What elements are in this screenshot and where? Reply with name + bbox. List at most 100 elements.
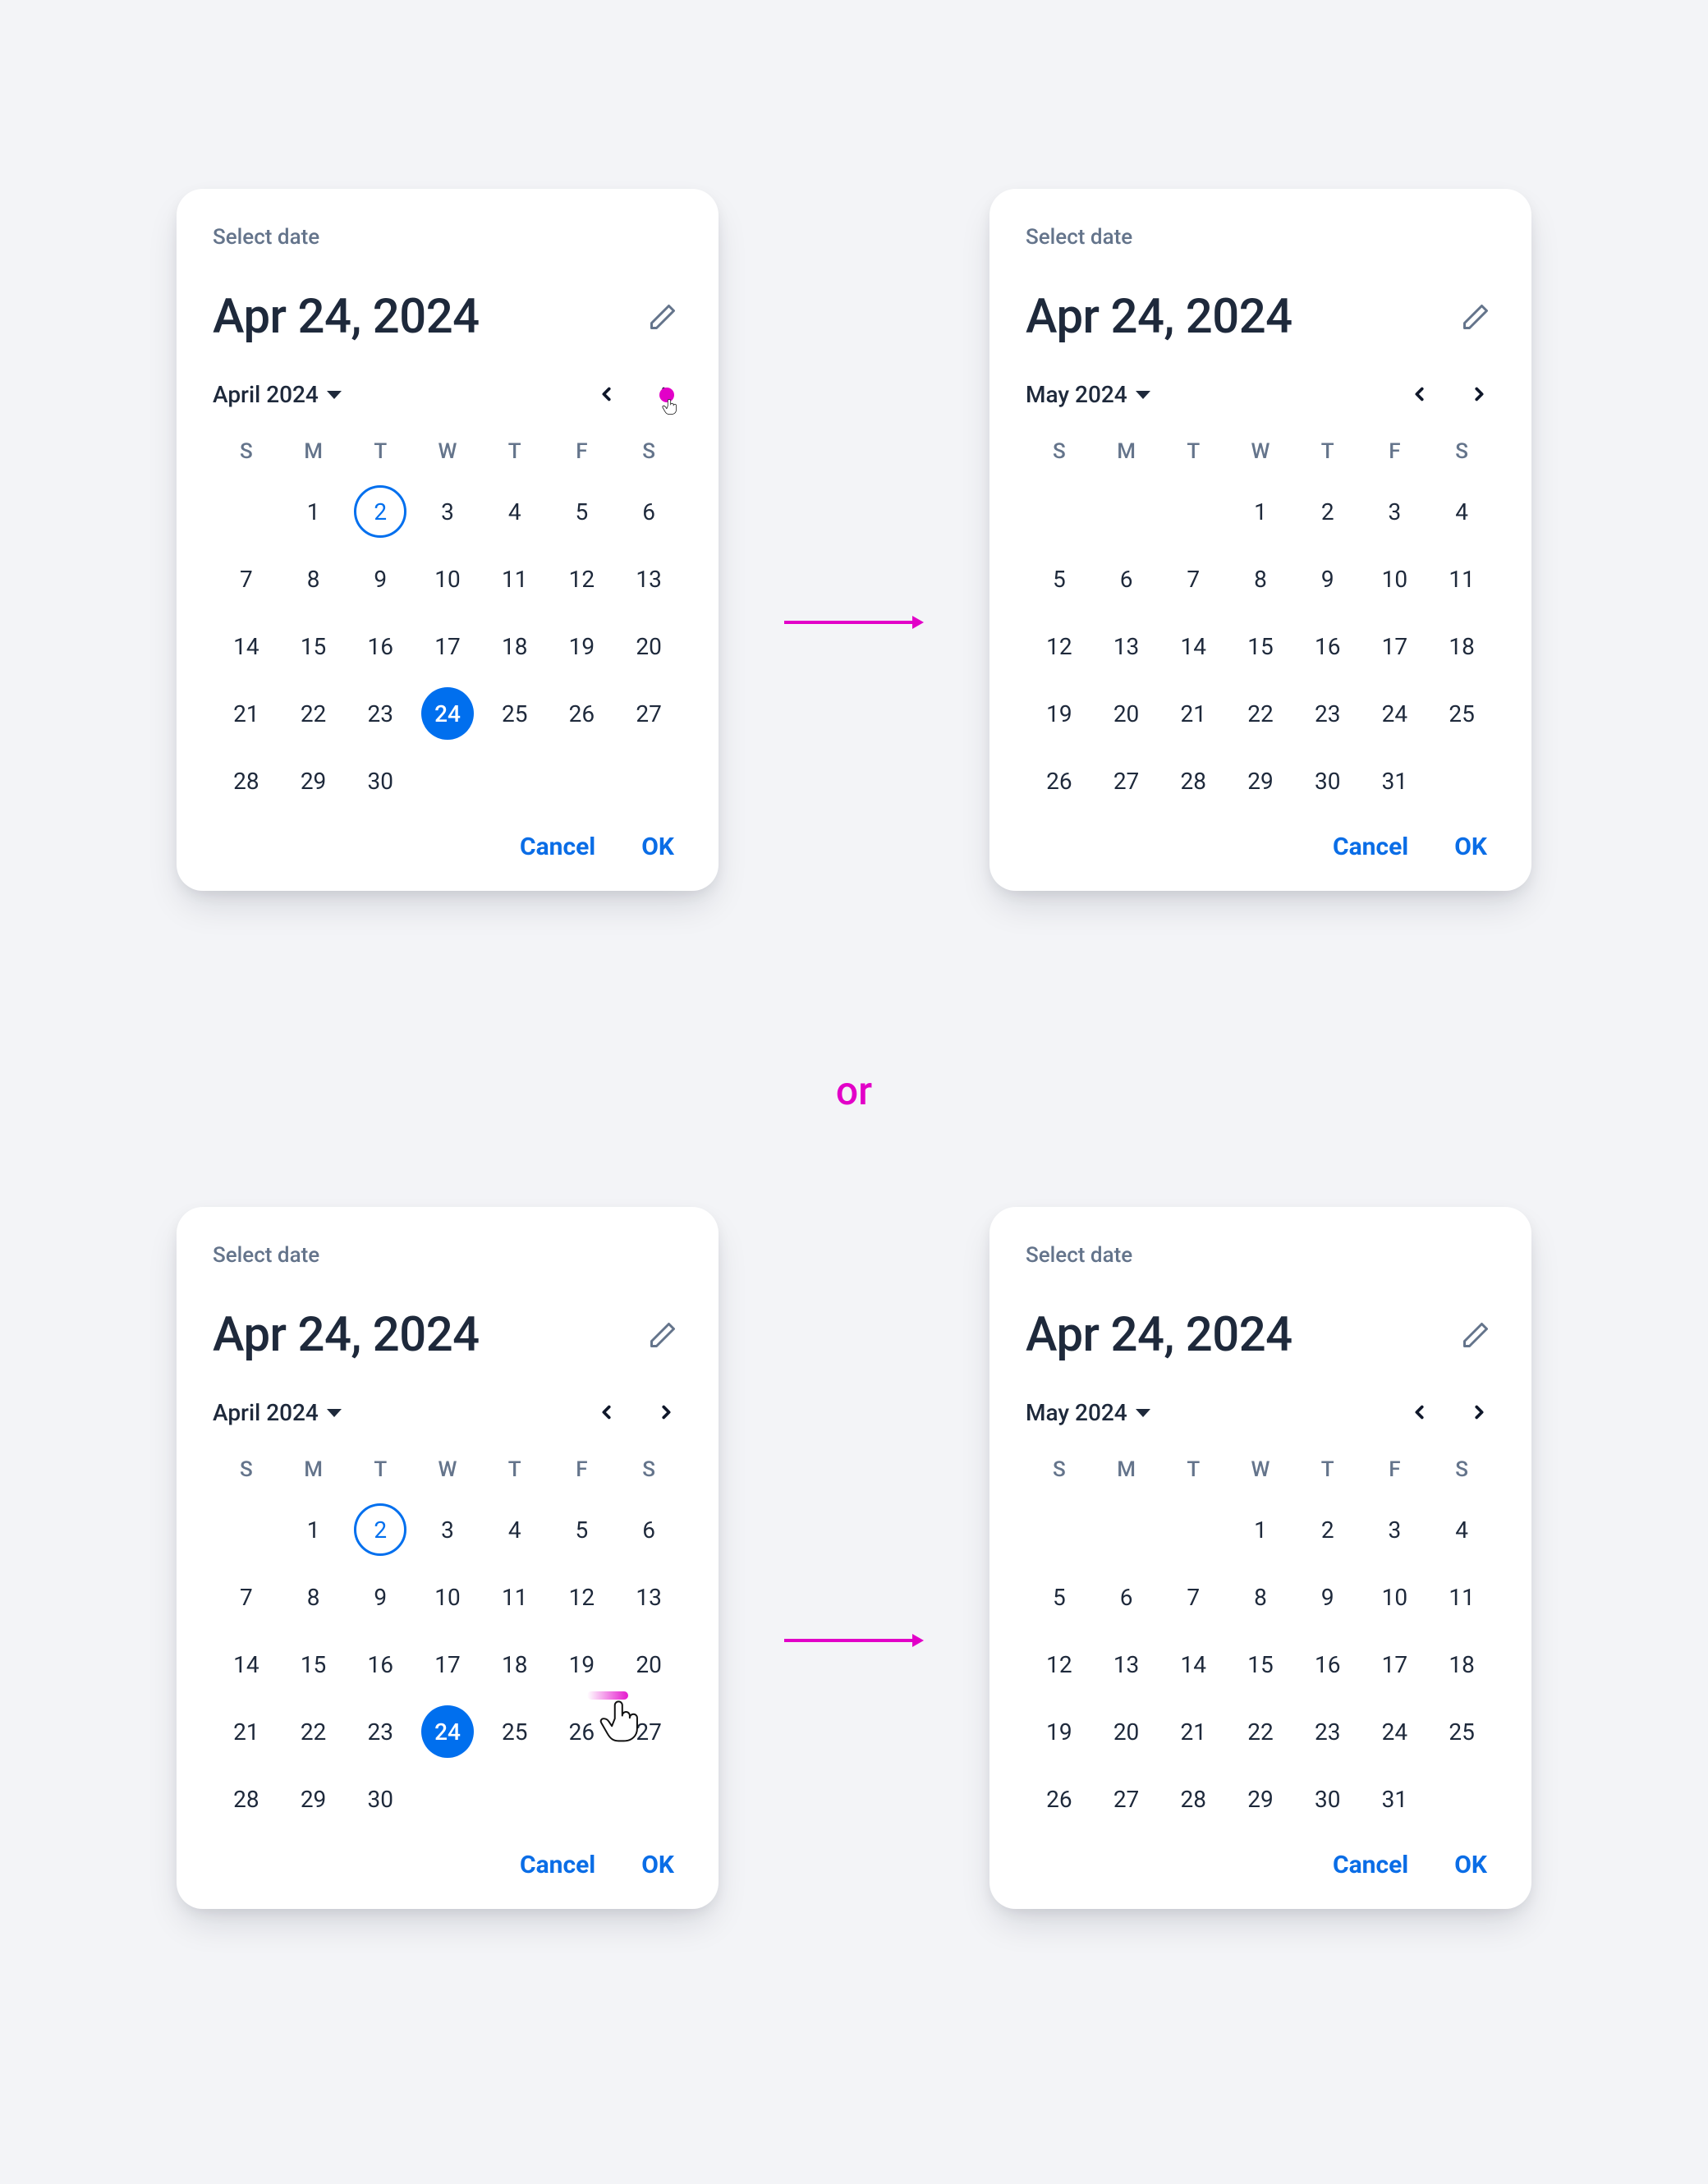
- pencil-icon[interactable]: [1456, 1315, 1495, 1355]
- ok-button[interactable]: OK: [641, 833, 674, 861]
- calendar-day[interactable]: 15: [1227, 617, 1294, 675]
- calendar-day[interactable]: 30: [347, 1770, 414, 1828]
- calendar-day[interactable]: 25: [1428, 685, 1495, 742]
- calendar-day[interactable]: 4: [1428, 483, 1495, 540]
- calendar-day[interactable]: 12: [549, 1568, 616, 1626]
- calendar-day[interactable]: 12: [1026, 617, 1093, 675]
- calendar-day[interactable]: 5: [1026, 1568, 1093, 1626]
- calendar-day[interactable]: 10: [1361, 550, 1429, 608]
- calendar-day[interactable]: 20: [615, 617, 682, 675]
- month-year-dropdown[interactable]: April 2024: [213, 381, 342, 408]
- calendar-day[interactable]: 25: [481, 685, 549, 742]
- calendar-day[interactable]: 24: [1361, 1703, 1429, 1760]
- calendar-day[interactable]: 16: [347, 1636, 414, 1693]
- calendar-day[interactable]: 6: [615, 1501, 682, 1558]
- calendar-day[interactable]: 21: [1159, 685, 1227, 742]
- calendar-day[interactable]: 31: [1361, 752, 1429, 810]
- ok-button[interactable]: OK: [1454, 1851, 1487, 1879]
- calendar-day[interactable]: 14: [1159, 617, 1227, 675]
- calendar-day[interactable]: 3: [1361, 1501, 1429, 1558]
- calendar-day[interactable]: 6: [615, 483, 682, 540]
- calendar-day[interactable]: 10: [414, 1568, 481, 1626]
- calendar-day[interactable]: 28: [213, 752, 280, 810]
- calendar-day[interactable]: 17: [414, 1636, 481, 1693]
- calendar-day[interactable]: 11: [481, 550, 549, 608]
- calendar-day[interactable]: 2: [1294, 483, 1361, 540]
- calendar-day[interactable]: 8: [1227, 550, 1294, 608]
- calendar-day[interactable]: 8: [280, 1568, 347, 1626]
- calendar-day[interactable]: 8: [1227, 1568, 1294, 1626]
- calendar-day[interactable]: 24: [414, 685, 481, 742]
- pencil-icon[interactable]: [1456, 297, 1495, 337]
- calendar-day[interactable]: 7: [1159, 550, 1227, 608]
- calendar-day[interactable]: 6: [1093, 550, 1160, 608]
- calendar-grid[interactable]: SMTWTFS123456789101112131415161718192021…: [1026, 430, 1495, 810]
- calendar-day[interactable]: 14: [1159, 1636, 1227, 1693]
- calendar-day[interactable]: 18: [481, 617, 549, 675]
- calendar-day[interactable]: 1: [280, 483, 347, 540]
- calendar-day[interactable]: 14: [213, 617, 280, 675]
- calendar-day[interactable]: 23: [347, 1703, 414, 1760]
- calendar-day[interactable]: 22: [1227, 685, 1294, 742]
- calendar-day[interactable]: 7: [1159, 1568, 1227, 1626]
- calendar-day[interactable]: 1: [280, 1501, 347, 1558]
- month-year-dropdown[interactable]: May 2024: [1026, 1399, 1150, 1426]
- calendar-day[interactable]: 10: [414, 550, 481, 608]
- calendar-day[interactable]: 15: [280, 1636, 347, 1693]
- calendar-day[interactable]: 10: [1361, 1568, 1429, 1626]
- calendar-day[interactable]: 3: [1361, 483, 1429, 540]
- calendar-day[interactable]: 29: [280, 752, 347, 810]
- calendar-grid[interactable]: SMTWTFS123456789101112131415161718192021…: [213, 430, 682, 810]
- calendar-day[interactable]: 31: [1361, 1770, 1429, 1828]
- calendar-day[interactable]: 11: [1428, 550, 1495, 608]
- calendar-day[interactable]: 20: [1093, 685, 1160, 742]
- calendar-day[interactable]: 12: [1026, 1636, 1093, 1693]
- calendar-day[interactable]: 24: [414, 1703, 481, 1760]
- calendar-day[interactable]: 23: [347, 685, 414, 742]
- calendar-day[interactable]: 13: [615, 1568, 682, 1626]
- cancel-button[interactable]: Cancel: [520, 833, 595, 861]
- calendar-day[interactable]: 9: [1294, 550, 1361, 608]
- calendar-day[interactable]: 5: [549, 1501, 616, 1558]
- calendar-day[interactable]: 18: [1428, 1636, 1495, 1693]
- prev-month-button[interactable]: [1403, 1396, 1436, 1429]
- calendar-day[interactable]: 28: [213, 1770, 280, 1828]
- calendar-day[interactable]: 2: [347, 1501, 414, 1558]
- calendar-day[interactable]: 17: [414, 617, 481, 675]
- calendar-day[interactable]: 25: [1428, 1703, 1495, 1760]
- calendar-day[interactable]: 30: [1294, 752, 1361, 810]
- calendar-day[interactable]: 28: [1159, 1770, 1227, 1828]
- calendar-day[interactable]: 11: [481, 1568, 549, 1626]
- calendar-day[interactable]: 17: [1361, 617, 1429, 675]
- calendar-day[interactable]: 21: [1159, 1703, 1227, 1760]
- calendar-day[interactable]: 12: [549, 550, 616, 608]
- calendar-day[interactable]: 3: [414, 483, 481, 540]
- calendar-day[interactable]: 14: [213, 1636, 280, 1693]
- calendar-day[interactable]: 26: [549, 685, 616, 742]
- calendar-day[interactable]: 7: [213, 550, 280, 608]
- calendar-grid[interactable]: SMTWTFS123456789101112131415161718192021…: [1026, 1448, 1495, 1828]
- calendar-day[interactable]: 16: [1294, 1636, 1361, 1693]
- calendar-day[interactable]: 27: [615, 685, 682, 742]
- calendar-day[interactable]: 7: [213, 1568, 280, 1626]
- calendar-day[interactable]: 1: [1227, 1501, 1294, 1558]
- calendar-day[interactable]: 19: [549, 617, 616, 675]
- calendar-day[interactable]: 28: [1159, 752, 1227, 810]
- next-month-button[interactable]: [1462, 1396, 1495, 1429]
- calendar-day[interactable]: 26: [549, 1703, 616, 1760]
- calendar-day[interactable]: 5: [1026, 550, 1093, 608]
- next-month-button[interactable]: [650, 1396, 682, 1429]
- calendar-day[interactable]: 24: [1361, 685, 1429, 742]
- calendar-day[interactable]: 23: [1294, 1703, 1361, 1760]
- calendar-day[interactable]: 27: [615, 1703, 682, 1760]
- calendar-day[interactable]: 5: [549, 483, 616, 540]
- calendar-day[interactable]: 6: [1093, 1568, 1160, 1626]
- calendar-day[interactable]: 4: [1428, 1501, 1495, 1558]
- prev-month-button[interactable]: [590, 378, 623, 411]
- calendar-day[interactable]: 4: [481, 1501, 549, 1558]
- calendar-day[interactable]: 22: [280, 1703, 347, 1760]
- calendar-day[interactable]: 29: [280, 1770, 347, 1828]
- calendar-day[interactable]: 17: [1361, 1636, 1429, 1693]
- calendar-day[interactable]: 15: [1227, 1636, 1294, 1693]
- calendar-day[interactable]: 3: [414, 1501, 481, 1558]
